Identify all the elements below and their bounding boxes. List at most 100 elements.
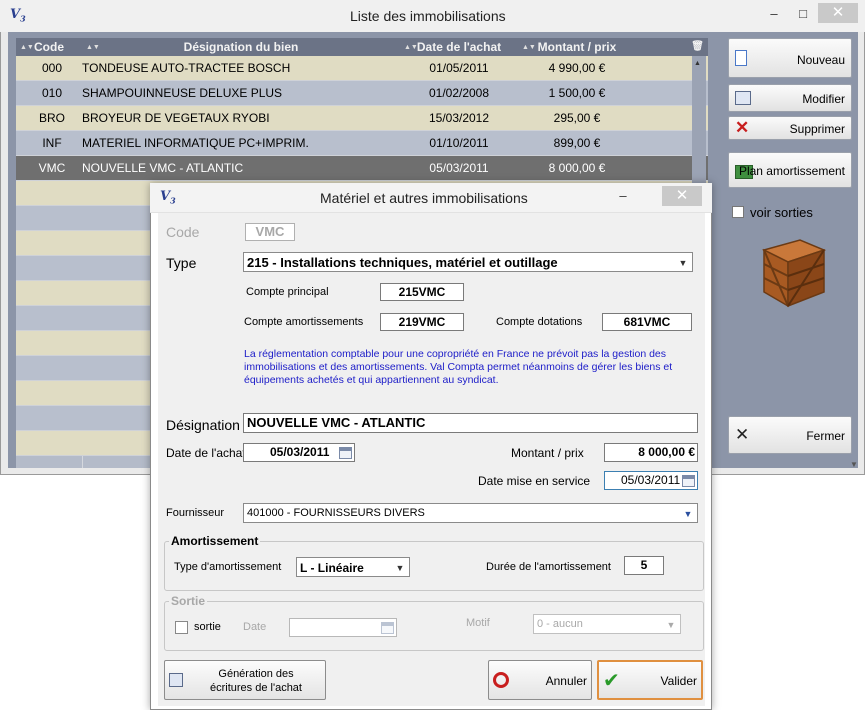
main-resize-grip[interactable]: ▼ <box>850 456 858 469</box>
nouveau-button[interactable]: Nouveau <box>728 38 852 78</box>
main-window-title: Liste des immobilisations <box>350 8 506 24</box>
date-achat-field[interactable]: 05/03/2011 <box>243 443 355 462</box>
montant-label: Montant / prix <box>511 446 584 460</box>
new-document-icon <box>735 50 747 66</box>
sort-icon: ▲▼ <box>86 44 100 51</box>
calendar-icon[interactable] <box>339 447 352 459</box>
sortie-date-label: Date <box>243 621 267 633</box>
designation-label: Désignation <box>166 417 240 433</box>
sortie-checkbox[interactable] <box>175 621 188 634</box>
cell-date: 01/05/2011 <box>429 61 489 75</box>
cell-montant: 899,00 € <box>553 136 601 150</box>
date-service-field[interactable]: 05/03/2011 <box>604 471 698 490</box>
column-header-date[interactable]: ▲▼ Date de l'achat <box>400 38 518 56</box>
motif-label: Motif <box>466 617 490 629</box>
scroll-up-icon[interactable]: ▲ <box>694 60 701 67</box>
compte-amortissements-label: Compte amortissements <box>244 316 364 328</box>
column-header-montant[interactable]: ▲▼ Montant / prix <box>518 38 636 56</box>
motif-select[interactable]: 0 - aucun ▼ <box>533 614 681 634</box>
date-achat-label: Date de l'achat <box>166 446 246 460</box>
cell-date: 01/02/2008 <box>428 86 490 100</box>
cell-designation: SHAMPOUINNEUSE DELUXE PLUS <box>82 86 283 100</box>
cell-date: 05/03/2011 <box>429 161 489 175</box>
crate-image <box>756 232 828 310</box>
cell-montant: 8 000,00 € <box>548 161 606 175</box>
cell-montant: 1 500,00 € <box>548 86 606 100</box>
duree-field[interactable]: 5 <box>624 556 664 575</box>
dialog-minimize-icon[interactable]: – <box>616 188 630 203</box>
table-row[interactable]: 000 TONDEUSE AUTO-TRACTEE BOSCH 01/05/20… <box>16 56 708 81</box>
supprimer-button[interactable]: ✕ Supprimer <box>728 116 852 140</box>
plan-amortissement-button[interactable]: Plan amortissement <box>728 152 852 188</box>
montant-field[interactable]: 8 000,00 € <box>604 443 698 462</box>
code-label: Code <box>166 224 200 240</box>
info-text: La réglementation comptable pour une cop… <box>244 348 673 386</box>
sort-icon: ▲▼ <box>404 44 418 51</box>
column-header-designation[interactable]: ▲▼ Désignation du bien <box>82 38 400 56</box>
compte-amortissements-field[interactable]: 219VMC <box>380 313 464 331</box>
fermer-button[interactable]: ✕ Fermer <box>728 416 852 454</box>
cell-designation: MATERIEL INFORMATIQUE PC+IMPRIM. <box>82 136 309 150</box>
sort-icon: ▲▼ <box>522 44 536 51</box>
annuler-button[interactable]: Annuler <box>488 660 592 700</box>
designation-field[interactable]: NOUVELLE VMC - ATLANTIC <box>243 413 698 433</box>
type-select-value: 215 - Installations techniques, matériel… <box>247 255 558 270</box>
chevron-down-icon: ▼ <box>683 509 693 519</box>
valider-button[interactable]: ✔ Valider <box>597 660 703 700</box>
compte-principal-field[interactable]: 215VMC <box>380 283 464 301</box>
modifier-button[interactable]: Modifier <box>728 84 852 112</box>
type-label: Type <box>166 255 197 271</box>
dialog-title: Matériel et autres immobilisations <box>320 190 528 206</box>
delete-x-icon: ✕ <box>735 118 750 137</box>
motif-value: 0 - aucun <box>537 618 583 630</box>
cell-designation: BROYEUR DE VEGETAUX RYOBI <box>82 111 270 125</box>
voir-sorties-checkbox[interactable] <box>732 206 744 218</box>
edit-icon <box>169 673 183 687</box>
table-row[interactable]: INF MATERIEL INFORMATIQUE PC+IMPRIM. 01/… <box>16 131 708 156</box>
chevron-down-icon: ▼ <box>666 620 676 630</box>
type-select[interactable]: 215 - Installations techniques, matériel… <box>243 252 693 272</box>
fournisseur-select[interactable]: 401000 - FOURNISSEURS DIVERS ▼ <box>243 503 698 523</box>
maximize-icon[interactable]: □ <box>796 6 810 21</box>
generation-label: Génération des écritures de l'achat <box>210 668 302 694</box>
cell-date: 15/03/2012 <box>428 111 490 125</box>
cell-code: 010 <box>41 86 63 100</box>
table-row[interactable]: 010 SHAMPOUINNEUSE DELUXE PLUS 01/02/200… <box>16 81 708 106</box>
code-field[interactable]: VMC <box>245 223 295 241</box>
sortie-date-field[interactable] <box>289 618 397 637</box>
chevron-down-icon: ▼ <box>678 258 688 268</box>
sortie-group-title: Sortie <box>169 594 208 608</box>
minimize-icon[interactable]: – <box>767 6 781 21</box>
main-title-bar: V3 Liste des immobilisations – □ ✕ <box>0 0 865 32</box>
generation-ecritures-button[interactable]: Génération des écritures de l'achat <box>164 660 326 700</box>
type-amortissement-label: Type d'amortissement <box>174 561 282 573</box>
close-x-icon: ✕ <box>735 425 750 444</box>
sortie-checkbox-label: sortie <box>194 621 221 633</box>
compte-dotations-label: Compte dotations <box>496 316 583 328</box>
main-close-button[interactable]: ✕ <box>818 3 858 23</box>
dialog-logo: V3 <box>160 189 176 206</box>
cell-code: 000 <box>41 61 63 75</box>
date-service-value: 05/03/2011 <box>621 473 681 487</box>
cell-montant: 295,00 € <box>553 111 601 125</box>
duree-label: Durée de l'amortissement <box>486 561 611 573</box>
dialog-title-bar: V3 Matériel et autres immobilisations – … <box>150 183 712 213</box>
compte-dotations-field[interactable]: 681VMC <box>602 313 692 331</box>
calendar-icon[interactable] <box>381 622 394 634</box>
date-service-label: Date mise en service <box>478 474 591 488</box>
app-logo: V3 <box>10 7 26 24</box>
type-amortissement-select[interactable]: L - Linéaire ▼ <box>296 557 410 577</box>
date-achat-value: 05/03/2011 <box>270 445 330 459</box>
calendar-icon[interactable] <box>682 475 695 487</box>
dialog-close-button[interactable]: ✕ <box>662 186 702 206</box>
chevron-down-icon: ▼ <box>395 563 405 573</box>
fournisseur-value: 401000 - FOURNISSEURS DIVERS <box>247 507 425 519</box>
cell-code: BRO <box>38 111 65 125</box>
voir-sorties-label: voir sorties <box>750 205 813 220</box>
fournisseur-label: Fournisseur <box>166 507 225 519</box>
table-row[interactable]: BRO BROYEUR DE VEGETAUX RYOBI 15/03/2012… <box>16 106 708 131</box>
table-row-selected[interactable]: VMC NOUVELLE VMC - ATLANTIC 05/03/2011 8… <box>16 156 708 181</box>
cell-date: 01/10/2011 <box>429 136 489 150</box>
column-header-code[interactable]: ▲▼ Code <box>16 38 82 56</box>
trash-icon[interactable]: 🗑 <box>691 38 704 56</box>
